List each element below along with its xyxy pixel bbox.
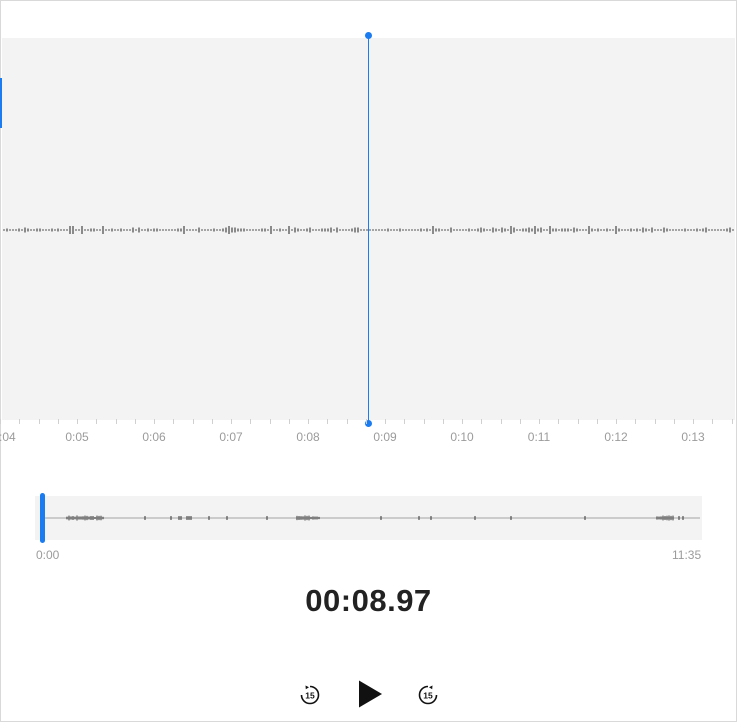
timeline-tick-mark bbox=[423, 419, 425, 424]
timeline-tick-mark bbox=[0, 419, 1, 424]
timeline-tick-label: 0:12 bbox=[604, 430, 628, 444]
play-button[interactable] bbox=[356, 679, 384, 714]
timeline-tick-mark bbox=[673, 419, 675, 424]
timeline-tick-label: 0:04 bbox=[0, 430, 16, 444]
timeline-tick-label: 0:13 bbox=[681, 430, 705, 444]
timeline-tick-label: 0:08 bbox=[296, 430, 320, 444]
timeline-tick-mark bbox=[134, 419, 136, 424]
current-time: 00:08.97 bbox=[305, 583, 432, 618]
timeline-tick-mark bbox=[404, 419, 406, 424]
skip-forward-15-icon: 15 bbox=[418, 685, 438, 705]
timeline-tick-mark bbox=[442, 419, 444, 424]
skip-back-15-icon: 15 bbox=[300, 685, 320, 705]
timeline-tick-mark bbox=[519, 419, 521, 424]
timeline-tick-mark bbox=[385, 419, 386, 424]
timeline-tick-mark bbox=[77, 419, 78, 424]
skip-forward-amount: 15 bbox=[423, 691, 433, 701]
timeline-tick-mark bbox=[481, 419, 483, 424]
timeline-tick-mark bbox=[462, 419, 463, 424]
overview-position-handle[interactable] bbox=[40, 493, 45, 543]
overview-waveform bbox=[43, 515, 700, 521]
timeline-tick-mark bbox=[115, 419, 117, 424]
timeline-tick-mark bbox=[693, 419, 694, 424]
timeline-tick-mark bbox=[19, 419, 21, 424]
timeline-tick-mark bbox=[539, 419, 540, 424]
timeline-tick-mark bbox=[558, 419, 560, 424]
timeline-tick-label: 0:07 bbox=[219, 430, 243, 444]
timeline-tick-mark bbox=[250, 419, 252, 424]
timeline-tick-mark bbox=[654, 419, 656, 424]
left-edge-indicator bbox=[0, 78, 2, 128]
playhead-top-handle[interactable] bbox=[365, 32, 372, 39]
timeline-tick-mark bbox=[173, 419, 175, 424]
overview-scrubber[interactable] bbox=[35, 493, 702, 543]
timeline-tick-mark bbox=[596, 419, 598, 424]
timeline-tick-mark bbox=[616, 419, 617, 424]
timeline-ruler: 0:04 0:05 0:06 0:07 0:08 0:09 0:10 0:11 0:12 0:13 bbox=[0, 418, 737, 448]
play-icon bbox=[359, 680, 382, 708]
timeline-tick-mark bbox=[96, 419, 98, 424]
timeline-tick-mark bbox=[154, 419, 155, 424]
timeline-tick-mark bbox=[577, 419, 579, 424]
timeline-tick-mark bbox=[635, 419, 637, 424]
timeline-tick-mark bbox=[38, 419, 40, 424]
skip-back-amount: 15 bbox=[305, 691, 315, 701]
timeline-tick-label: 0:05 bbox=[65, 430, 89, 444]
timeline-tick-mark bbox=[327, 419, 329, 424]
timeline-tick-mark bbox=[731, 419, 733, 424]
timeline-tick-label: 0:11 bbox=[527, 430, 551, 444]
skip-back-15-button[interactable]: 15 bbox=[299, 684, 321, 711]
timeline-tick-mark bbox=[231, 419, 232, 424]
playhead[interactable] bbox=[368, 36, 369, 424]
timeline-tick-mark bbox=[211, 419, 213, 424]
timeline-tick-label: 0:06 bbox=[142, 430, 166, 444]
timeline-tick-mark bbox=[288, 419, 290, 424]
timeline-tick-mark bbox=[308, 419, 309, 424]
timeline-tick-mark bbox=[269, 419, 271, 424]
timeline-tick-mark bbox=[346, 419, 348, 424]
timeline-tick-label: 0:10 bbox=[450, 430, 474, 444]
overview-start-label: 0:00 bbox=[36, 548, 60, 562]
timeline-tick-mark bbox=[365, 419, 367, 424]
playback-controls: 15 15 bbox=[0, 676, 737, 714]
skip-forward-15-button[interactable]: 15 bbox=[417, 684, 439, 711]
timeline-tick-mark bbox=[712, 419, 714, 424]
timeline-tick-mark bbox=[57, 419, 59, 424]
overview-end-label: 11:35 bbox=[672, 548, 702, 562]
timeline-tick-mark bbox=[192, 419, 194, 424]
timeline-tick-mark bbox=[500, 419, 502, 424]
timeline-tick-label: 0:09 bbox=[373, 430, 397, 444]
